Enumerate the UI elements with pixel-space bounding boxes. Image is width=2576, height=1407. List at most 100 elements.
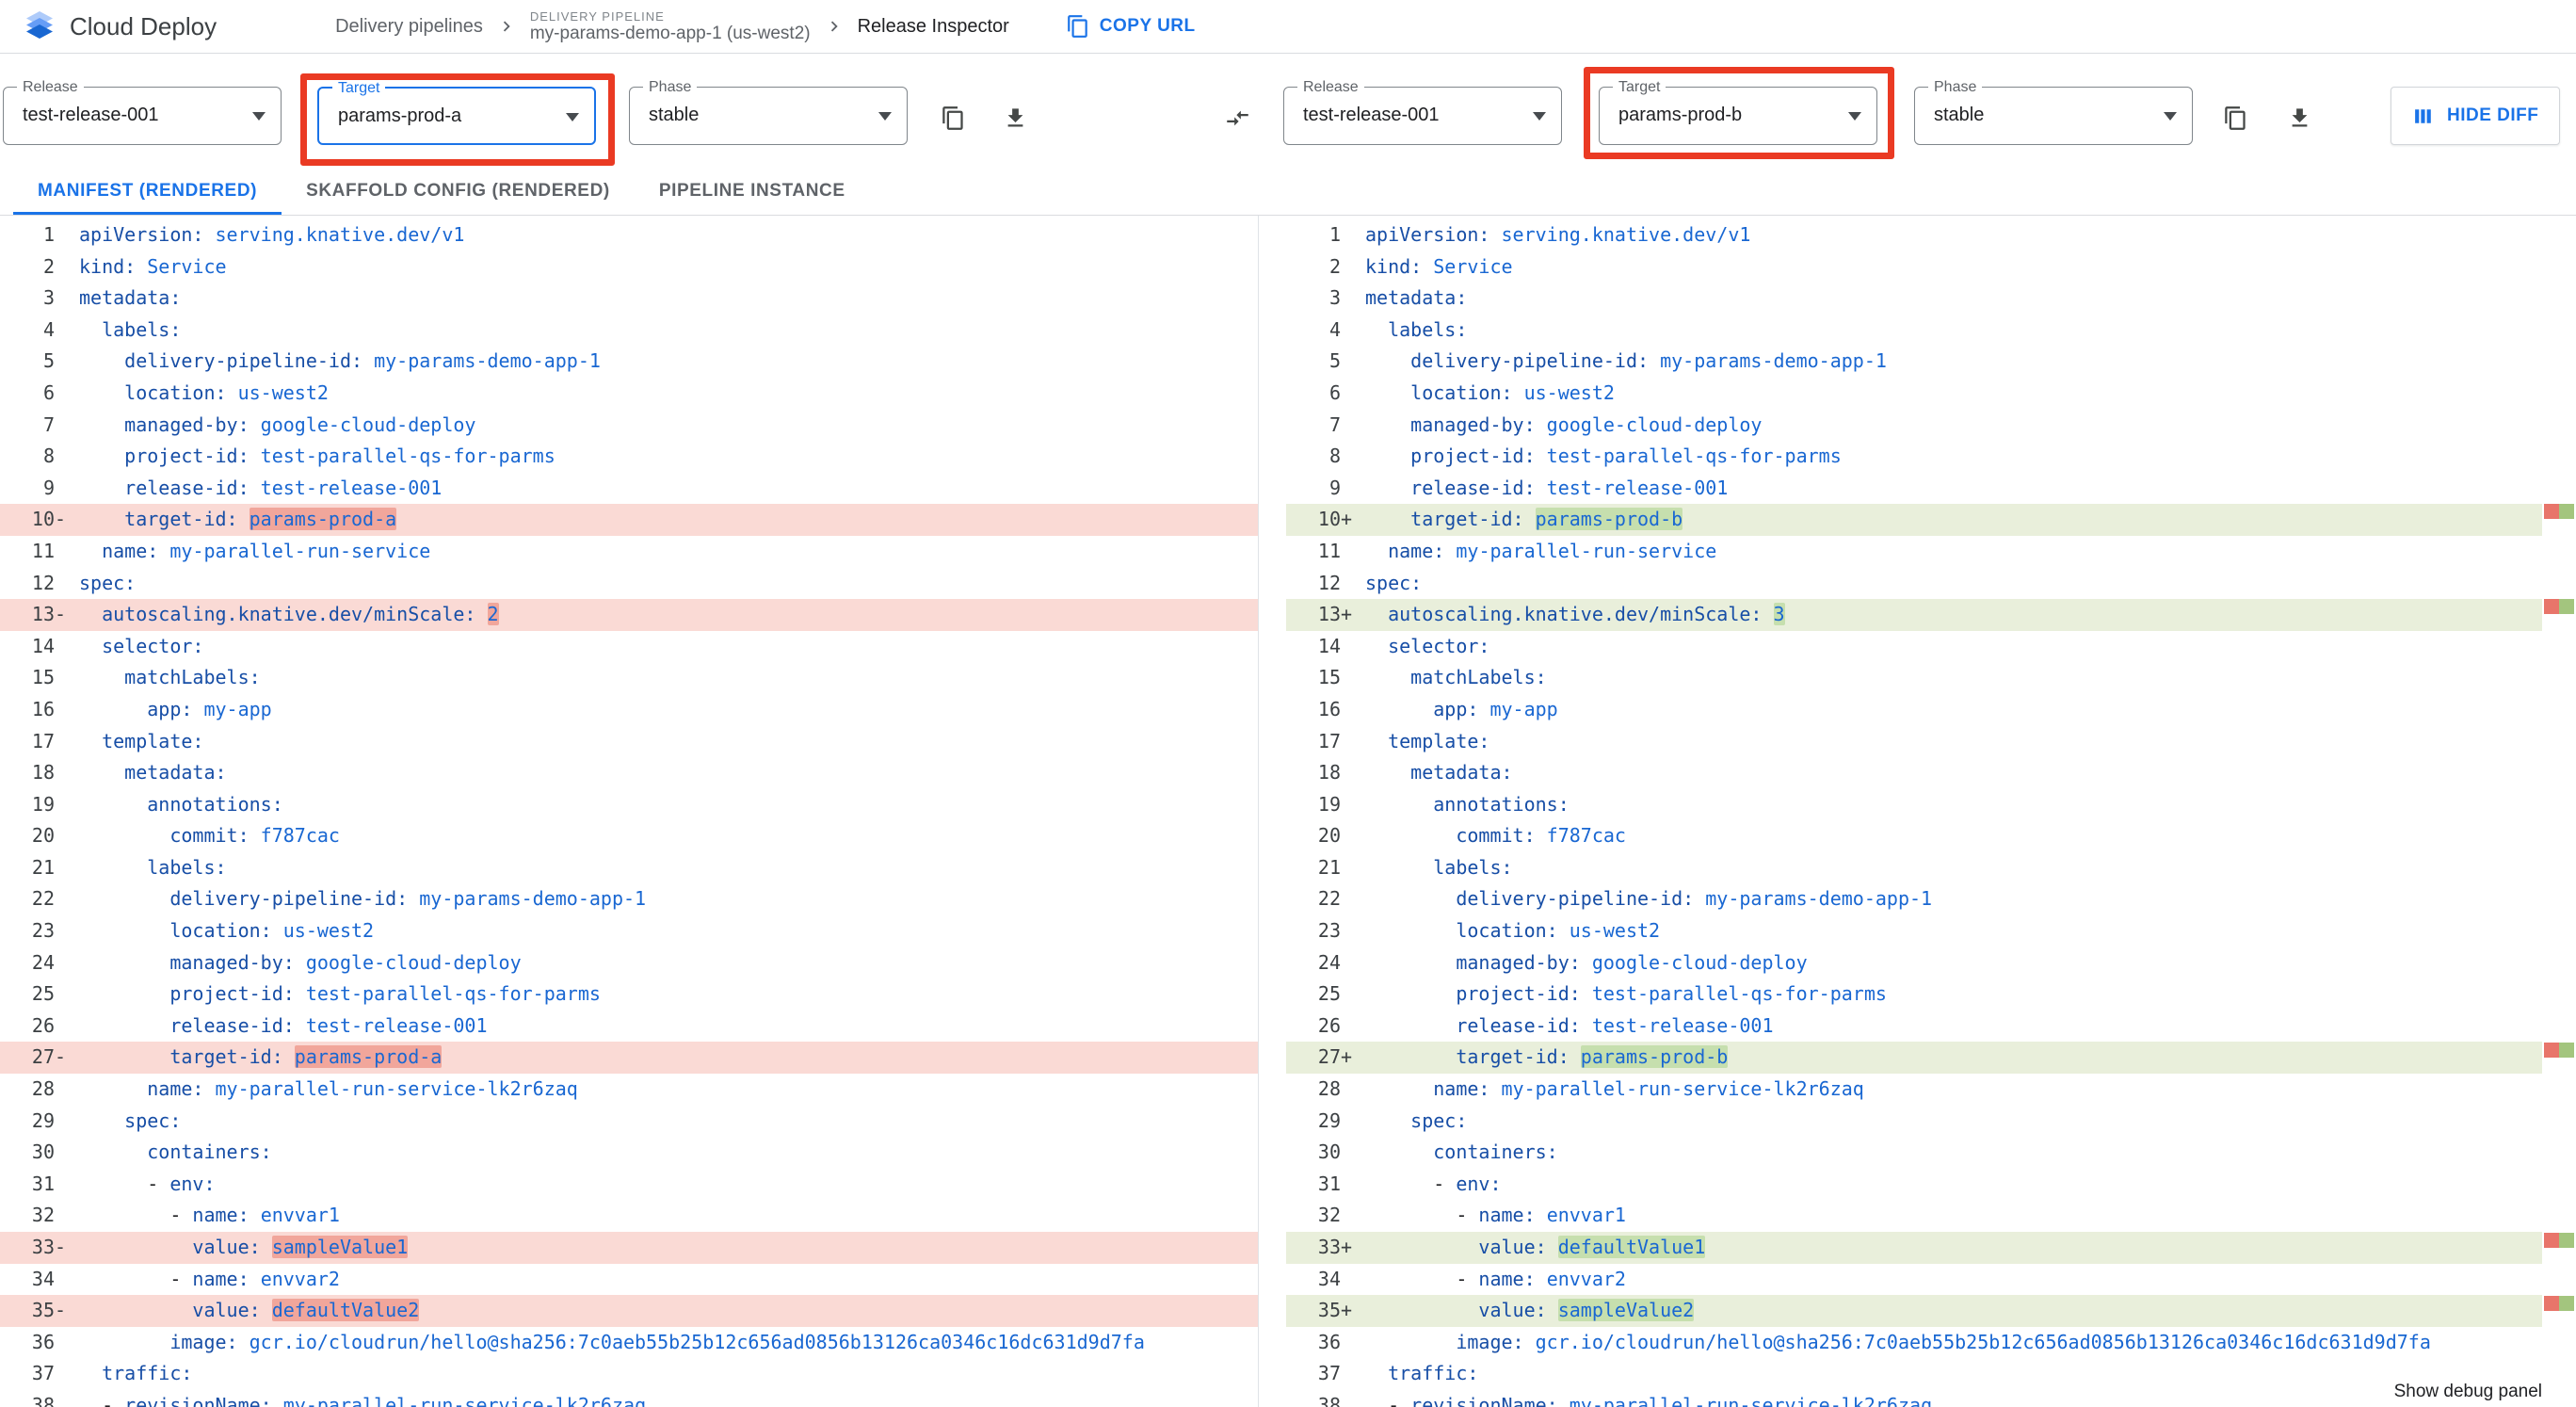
target-select-left[interactable]: Target params-prod-a: [317, 80, 596, 145]
line-number: 35: [31, 1299, 55, 1322]
line-number: 10: [1317, 508, 1341, 531]
diff-line: 36 image: gcr.io/cloudrun/hello@sha256:7…: [0, 1327, 1258, 1359]
diff-line: 13- autoscaling.knative.dev/minScale: 2: [0, 599, 1258, 631]
diff-line: 14 selector:: [0, 631, 1258, 663]
diff-line: 17 template:: [1286, 726, 2542, 758]
code-text: selector:: [1388, 634, 1490, 657]
code-text: - revisionName: my-parallel-run-service-…: [1365, 1393, 1933, 1407]
swap-targets-button[interactable]: [1216, 97, 1258, 138]
phase-select-right-label: Phase: [1928, 79, 1983, 96]
diff-line: 27+ target-id: params-prod-b: [1286, 1042, 2542, 1075]
release-select-right[interactable]: Release test-release-001: [1283, 79, 1562, 145]
release-select-left-label: Release: [17, 79, 84, 96]
line-number: 11: [31, 539, 55, 562]
dropdown-caret-icon: [878, 112, 892, 121]
code-text: - env:: [79, 1172, 216, 1195]
diff-sign: +: [1341, 1045, 1353, 1069]
line-number: 32: [31, 1204, 55, 1227]
code-text: metadata:: [79, 286, 182, 310]
diff-line: 2 kind: Service: [1286, 251, 2542, 283]
code-text: name: my-parallel-run-service-lk2r6zaq: [1433, 1077, 1864, 1101]
diff-overview-ruler[interactable]: [2542, 216, 2576, 1407]
download-manifest-left-button[interactable]: [994, 97, 1036, 138]
code-text: delivery-pipeline-id: my-params-demo-app…: [1456, 887, 1933, 911]
phase-select-right[interactable]: Phase stable: [1914, 79, 2193, 145]
diff-line: 35+ value: sampleValue2: [1286, 1295, 2542, 1327]
line-number: 1: [1328, 223, 1341, 246]
diff-pane-left: 1 apiVersion: serving.knative.dev/v1 2 kind…: [0, 216, 1259, 1407]
copy-manifest-right-button[interactable]: [2214, 97, 2256, 138]
diff-line: 32 - name: envvar1: [0, 1200, 1258, 1232]
diff-line: 23 location: us-west2: [1286, 915, 2542, 947]
copy-manifest-left-button[interactable]: [932, 97, 974, 138]
breadcrumb-delivery-pipelines[interactable]: Delivery pipelines: [335, 16, 483, 38]
diff-line: 20 commit: f787cac: [1286, 820, 2542, 852]
diff-line: 17 template:: [0, 726, 1258, 758]
tab-pipeline-instance[interactable]: PIPELINE INSTANCE: [635, 168, 870, 215]
line-number: 29: [1317, 1108, 1341, 1132]
diff-line: 1 apiVersion: serving.knative.dev/v1: [0, 219, 1258, 251]
code-text: project-id: test-parallel-qs-for-parms: [1456, 982, 1887, 1006]
release-select-left[interactable]: Release test-release-001: [3, 79, 282, 145]
diff-line: 37 traffic:: [1286, 1358, 2542, 1390]
diff-line: 37 traffic:: [0, 1358, 1258, 1390]
code-text: project-id: test-parallel-qs-for-parms: [124, 445, 555, 468]
download-manifest-right-button[interactable]: [2278, 97, 2320, 138]
line-number: 34: [31, 1267, 55, 1290]
dropdown-caret-icon: [1848, 112, 1861, 121]
diff-line: 13+ autoscaling.knative.dev/minScale: 3: [1286, 599, 2542, 631]
code-text: - revisionName: my-parallel-run-service-…: [79, 1393, 647, 1407]
line-number: 16: [31, 697, 55, 720]
code-text: - name: envvar2: [79, 1267, 340, 1290]
code-text: app: my-app: [147, 697, 272, 720]
code-text: location: us-west2: [1456, 919, 1661, 943]
code-text: name: my-parallel-run-service: [102, 539, 431, 562]
diff-line: 14 selector:: [1286, 631, 2542, 663]
copy-url-button[interactable]: COPY URL: [1056, 8, 1205, 44]
diff-line: 6 location: us-west2: [0, 378, 1258, 410]
line-number: 7: [42, 412, 55, 436]
pipeline-eyebrow: DELIVERY PIPELINE: [529, 8, 665, 24]
compare-arrows-icon: [1226, 110, 1248, 125]
diff-line: 33+ value: defaultValue1: [1286, 1232, 2542, 1264]
phase-select-left[interactable]: Phase stable: [629, 79, 908, 145]
code-text: delivery-pipeline-id: my-params-demo-app…: [1410, 349, 1887, 373]
line-number: 2: [1328, 254, 1341, 278]
code-text: spec:: [1365, 571, 1423, 594]
line-number: 25: [31, 982, 55, 1006]
code-text: autoscaling.knative.dev/minScale: 2: [102, 603, 499, 626]
diff-sign: -: [55, 603, 67, 626]
breadcrumb-pipeline: DELIVERY PIPELINE my-params-demo-app-1 (…: [530, 9, 811, 44]
diff-line: 29 spec:: [0, 1106, 1258, 1138]
code-text: kind: Service: [79, 254, 227, 278]
columns-icon: [2415, 108, 2431, 123]
line-number: 36: [31, 1330, 55, 1353]
code-text: labels:: [1388, 317, 1468, 341]
dropdown-caret-icon: [1533, 112, 1546, 121]
show-debug-panel-link[interactable]: Show debug panel: [2386, 1382, 2542, 1402]
diff-line: 38 - revisionName: my-parallel-run-servi…: [1286, 1390, 2542, 1407]
code-text: metadata:: [124, 761, 227, 784]
code-text: kind: Service: [1365, 254, 1513, 278]
diff-ruler-mark: [2544, 504, 2574, 519]
line-number: 25: [1317, 982, 1341, 1006]
code-text: labels:: [147, 855, 227, 879]
line-number: 33: [1317, 1236, 1341, 1258]
target-select-right[interactable]: Target params-prod-b: [1599, 79, 1877, 145]
diff-line: 34 - name: envvar2: [0, 1264, 1258, 1296]
line-number: 2: [42, 254, 55, 278]
hide-diff-button[interactable]: HIDE DIFF: [2391, 87, 2561, 145]
diff-line: 9 release-id: test-release-001: [0, 473, 1258, 505]
code-text: target-id: params-prod-a: [124, 508, 397, 531]
line-number: 38: [1317, 1393, 1341, 1407]
diff-sign: -: [55, 1236, 67, 1258]
line-number: 19: [31, 792, 55, 816]
diff-line: 16 app: my-app: [1286, 694, 2542, 726]
code-text: image: gcr.io/cloudrun/hello@sha256:7c0a…: [1456, 1330, 2431, 1353]
tab-manifest-rendered[interactable]: MANIFEST (RENDERED): [13, 168, 282, 215]
tab-skaffold-config-rendered[interactable]: SKAFFOLD CONFIG (RENDERED): [282, 168, 635, 215]
diff-line: 30 containers:: [1286, 1137, 2542, 1169]
line-number: 30: [1317, 1140, 1341, 1164]
line-number: 17: [1317, 729, 1341, 752]
code-text: spec:: [1410, 1108, 1468, 1132]
